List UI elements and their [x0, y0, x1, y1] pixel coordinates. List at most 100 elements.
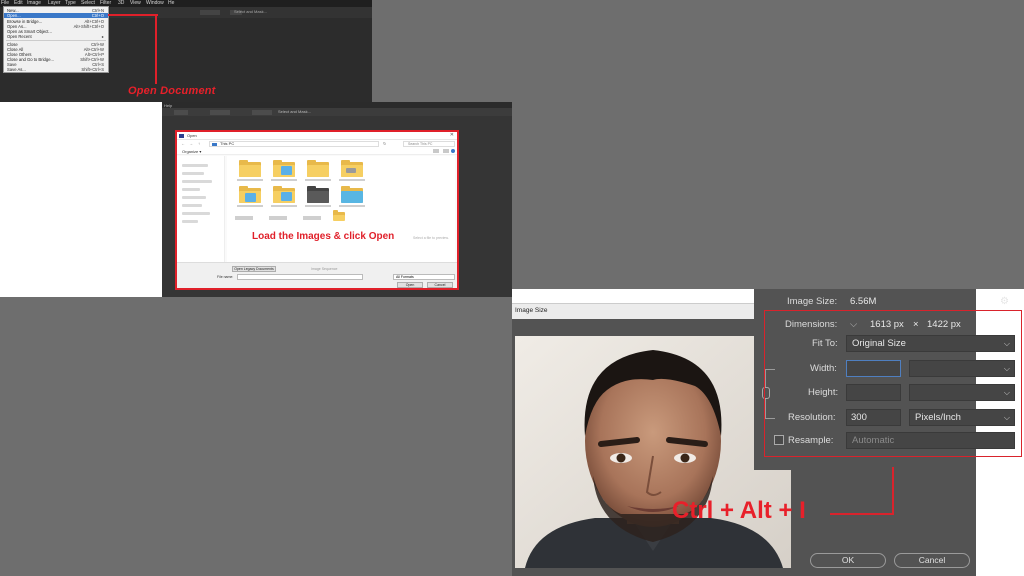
- submenu-arrow-icon: ▸: [101, 34, 104, 39]
- close-icon[interactable]: ✕: [450, 132, 454, 138]
- annotation-open-document: Open Document: [128, 85, 216, 97]
- menu-window[interactable]: Window: [146, 0, 164, 7]
- dialog-title-bar: Open ✕: [177, 132, 457, 140]
- file-name-blurred: [339, 205, 365, 207]
- image-size-value: 6.56M: [850, 296, 877, 307]
- file-list-area: [227, 156, 455, 262]
- open-legacy-documents-button[interactable]: Open Legacy Documents: [232, 266, 276, 272]
- refresh-icon[interactable]: ↻: [383, 141, 386, 146]
- view-options-icon[interactable]: [433, 149, 439, 153]
- file-type-select[interactable]: All Formats: [393, 274, 455, 280]
- file-name-input[interactable]: [237, 274, 363, 280]
- folder-icon[interactable]: [341, 160, 363, 177]
- dialog-title: Image Size: [515, 307, 548, 314]
- file-name-label: File name:: [217, 275, 234, 279]
- folder-icon[interactable]: [341, 186, 363, 203]
- annotation-connector: [108, 14, 158, 16]
- file-name-blurred: [339, 179, 365, 181]
- file-name-blurred: [305, 179, 331, 181]
- button-label: Cancel: [434, 283, 446, 287]
- drive-icon[interactable]: [303, 216, 321, 220]
- annotation-load-images: Load the Images & click Open: [252, 231, 395, 242]
- navigation-pane: [177, 156, 225, 262]
- open-file-dialog: Open ✕ ← → ↑ This PC ↻ Search This PC Or…: [175, 130, 459, 290]
- back-arrow-icon[interactable]: ←: [181, 141, 185, 146]
- nav-item[interactable]: [182, 180, 212, 183]
- dialog-title: Open: [187, 133, 197, 138]
- drive-icon[interactable]: [235, 216, 253, 220]
- address-row: ← → ↑ This PC ↻ Search This PC: [177, 140, 457, 148]
- menu-item-label: Open...: [7, 13, 21, 18]
- annotation-shortcut: Ctrl + Alt + I: [672, 497, 806, 524]
- folder-icon[interactable]: [239, 186, 261, 203]
- preview-hint: Select a file to preview.: [413, 236, 449, 240]
- button-label: Open: [405, 283, 415, 287]
- folder-icon[interactable]: [239, 160, 261, 177]
- ok-button[interactable]: OK: [810, 553, 886, 568]
- folder-icon[interactable]: [307, 186, 329, 203]
- menu-3d[interactable]: 3D: [118, 0, 124, 7]
- file-menu-dropdown: New... Ctrl+N Open... Ctrl+O Browse in Bri…: [3, 6, 109, 73]
- folder-icon[interactable]: [333, 210, 345, 221]
- nav-item[interactable]: [182, 196, 206, 199]
- preview-pane-icon[interactable]: [443, 149, 449, 153]
- photoshop-icon: [179, 134, 184, 138]
- cancel-button[interactable]: Cancel: [894, 553, 970, 568]
- computer-icon: [212, 143, 217, 146]
- options-field[interactable]: [210, 110, 230, 115]
- nav-item[interactable]: [182, 164, 208, 167]
- folder-icon[interactable]: [273, 186, 295, 203]
- address-text: This PC: [220, 141, 235, 146]
- file-name-blurred: [271, 205, 297, 207]
- nav-item[interactable]: [182, 172, 204, 175]
- button-label: OK: [841, 555, 855, 565]
- menu-item-open-recent[interactable]: Open Recent ▸: [4, 34, 108, 39]
- file-name-blurred: [237, 205, 263, 207]
- options-field[interactable]: [200, 10, 220, 15]
- menu-item-shortcut: Ctrl+O: [91, 13, 104, 18]
- open-button[interactable]: Open: [397, 282, 423, 288]
- image-size-panel: Image Size Image Size: 6.56M Dimensions:…: [512, 289, 1024, 576]
- select-and-mask-button[interactable]: Select and Mask...: [278, 109, 311, 114]
- folder-icon[interactable]: [307, 160, 329, 177]
- nav-item[interactable]: [182, 204, 202, 207]
- file-type-value: All Formats: [396, 275, 414, 279]
- menu-item-shortcut: Shift+Ctrl+S: [81, 67, 104, 72]
- annotation-connector: [155, 14, 157, 84]
- menu-help[interactable]: He: [168, 0, 174, 7]
- button-label: Cancel: [918, 555, 946, 565]
- options-bar: Select and Mask...: [110, 7, 372, 18]
- annotation-highlight: [764, 310, 1022, 457]
- folder-icon[interactable]: [273, 160, 295, 177]
- image-preview: [515, 336, 791, 568]
- nav-item[interactable]: [182, 220, 198, 223]
- drive-icon[interactable]: [269, 216, 287, 220]
- image-size-label: Image Size:: [787, 296, 838, 307]
- search-input[interactable]: Search This PC: [403, 141, 455, 147]
- menu-item-save-as[interactable]: Save As... Shift+Ctrl+S: [4, 67, 108, 72]
- nav-item[interactable]: [182, 188, 200, 191]
- annotation-connector: [892, 467, 894, 514]
- options-field[interactable]: [174, 110, 188, 115]
- menu-item-label: Save As...: [7, 67, 26, 72]
- photoshop-open-dialog-panel: Help Select and Mask... Open ✕ ← → ↑ Thi…: [162, 102, 512, 297]
- forward-arrow-icon[interactable]: →: [189, 141, 193, 146]
- dialog-footer: Open Legacy Documents Image Sequence Fil…: [177, 262, 457, 288]
- up-arrow-icon[interactable]: ↑: [198, 141, 200, 146]
- address-bar[interactable]: This PC: [209, 141, 379, 147]
- gear-icon[interactable]: ⚙: [1000, 296, 1009, 307]
- file-name-blurred: [271, 179, 297, 181]
- image-sequence-checkbox[interactable]: Image Sequence: [311, 267, 337, 271]
- menu-divider: [6, 40, 106, 41]
- nav-item[interactable]: [182, 212, 210, 215]
- menu-view[interactable]: View: [130, 0, 141, 7]
- search-placeholder: Search This PC: [408, 142, 433, 146]
- cancel-button[interactable]: Cancel: [427, 282, 453, 288]
- background-white: [0, 102, 162, 297]
- menu-item-open[interactable]: Open... Ctrl+O: [4, 13, 108, 18]
- options-field[interactable]: [252, 110, 272, 115]
- file-name-blurred: [237, 179, 263, 181]
- select-and-mask-button[interactable]: Select and Mask...: [234, 9, 267, 14]
- help-icon[interactable]: [451, 149, 455, 153]
- organize-button[interactable]: Organize ▾: [182, 149, 201, 154]
